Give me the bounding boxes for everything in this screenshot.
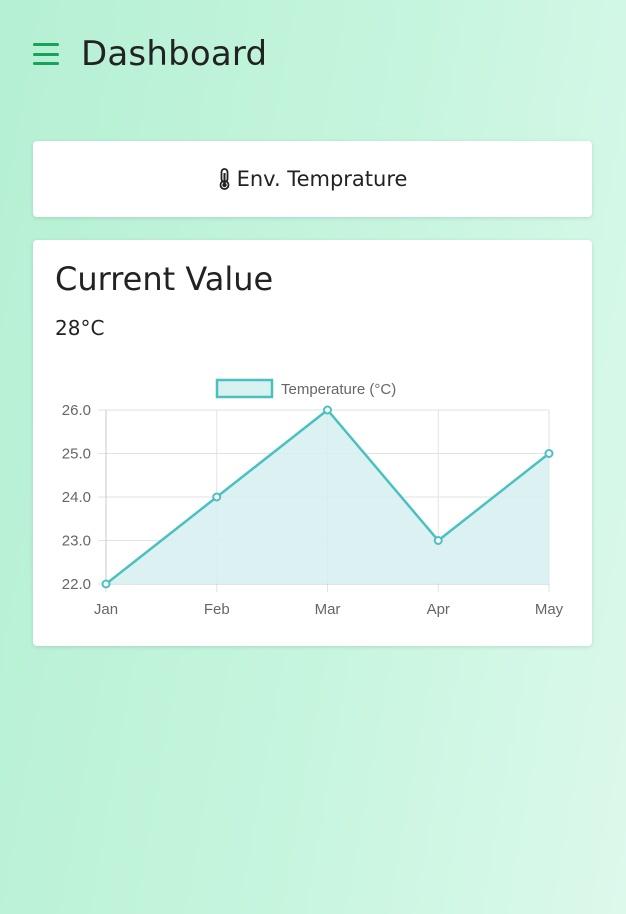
y-tick-label: 22.0 (62, 576, 91, 593)
legend-swatch (215, 378, 274, 399)
y-tick-label: 23.0 (62, 533, 91, 550)
page-title: Dashboard (81, 34, 268, 74)
y-tick-label: 24.0 (62, 489, 91, 506)
y-tick-label: 26.0 (62, 402, 91, 419)
current-value-card: Current Value 28°C 22.0 23.0 24.0 25.0 26.0 J… (33, 240, 592, 646)
y-tick-label: 25.0 (62, 446, 91, 463)
data-point (323, 405, 332, 415)
sensor-label-row: Env. Temprature (218, 167, 408, 191)
data-point (433, 536, 443, 545)
x-tick-label: Jan (94, 601, 118, 618)
sensor-card[interactable]: Env. Temprature (33, 141, 592, 217)
x-tick-label: Mar (315, 601, 341, 618)
data-point (212, 492, 222, 502)
header: Dashboard (33, 30, 267, 78)
legend-label: Temperature (°C) (281, 381, 396, 398)
data-point (101, 579, 111, 589)
x-tick-label: May (535, 601, 564, 618)
data-point (544, 449, 554, 458)
temperature-line-chart: 22.0 23.0 24.0 25.0 26.0 Jan Feb Mar Apr May Tempe… (62, 378, 564, 618)
hamburger-menu-icon[interactable] (33, 43, 59, 65)
thermometer-icon (218, 168, 231, 190)
x-tick-label: Apr (427, 601, 450, 618)
sensor-label: Env. Temprature (236, 167, 408, 191)
x-tick-label: Feb (204, 601, 230, 618)
